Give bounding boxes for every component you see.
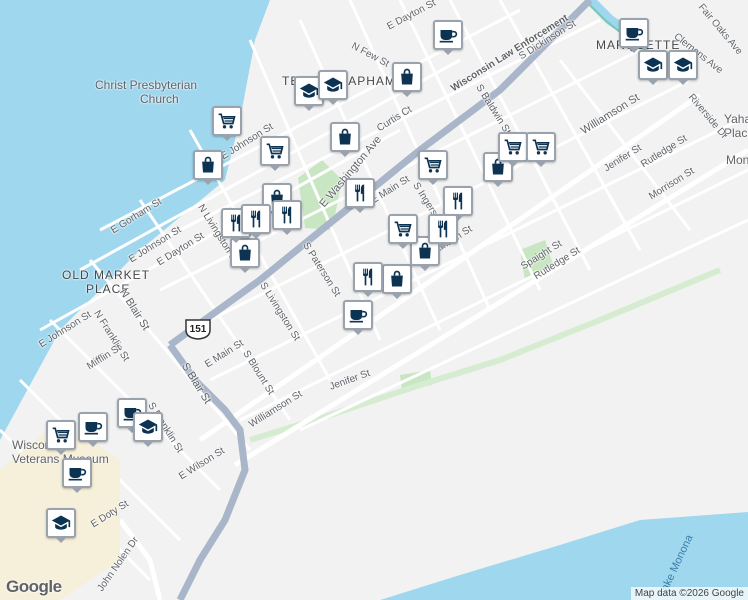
map-marker[interactable] <box>260 136 290 171</box>
school-icon <box>51 513 71 533</box>
map-marker[interactable] <box>443 186 473 221</box>
map-base-layer <box>0 0 748 600</box>
cafe-icon <box>624 23 644 43</box>
fork-knife-icon <box>448 191 468 211</box>
map-marker[interactable] <box>619 18 649 53</box>
school-icon <box>643 55 663 75</box>
google-logo: Google <box>6 577 62 596</box>
highway-shield-icon: 151 <box>185 319 211 340</box>
map-marker[interactable] <box>46 508 76 543</box>
fork-knife-icon <box>350 183 370 203</box>
school-icon <box>138 417 158 437</box>
map-marker[interactable] <box>78 412 108 447</box>
cafe-icon <box>83 417 103 437</box>
shopping-bag-icon <box>335 127 355 147</box>
shopping-bag-icon <box>397 67 417 87</box>
map-marker[interactable] <box>526 132 556 167</box>
shopping-bag-icon <box>198 155 218 175</box>
school-icon <box>673 55 693 75</box>
fork-knife-icon <box>433 219 453 239</box>
cart-icon <box>503 137 523 157</box>
cart-icon <box>217 111 237 131</box>
map-marker[interactable] <box>343 300 373 335</box>
shopping-bag-icon <box>235 243 255 263</box>
map-marker[interactable] <box>212 106 242 141</box>
map-marker[interactable] <box>345 178 375 213</box>
school-icon <box>323 75 343 95</box>
map-marker[interactable] <box>46 420 76 455</box>
map-marker[interactable] <box>330 122 360 157</box>
cart-icon <box>531 137 551 157</box>
map-marker[interactable] <box>668 50 698 85</box>
fork-knife-icon <box>277 205 297 225</box>
cart-icon <box>51 425 71 445</box>
map-marker[interactable] <box>418 150 448 185</box>
school-icon <box>299 81 319 101</box>
map-marker[interactable] <box>428 214 458 249</box>
shopping-bag-icon <box>387 269 407 289</box>
map-marker[interactable] <box>382 264 412 299</box>
map-marker[interactable] <box>392 62 422 97</box>
cart-icon <box>423 155 443 175</box>
map-marker[interactable] <box>353 262 383 297</box>
map-marker[interactable] <box>638 50 668 85</box>
cart-icon <box>265 141 285 161</box>
cafe-icon <box>348 305 368 325</box>
map-attribution: Map data ©2026 Google <box>630 587 748 600</box>
shopping-bag-icon <box>415 241 435 261</box>
map-marker[interactable] <box>272 200 302 235</box>
map-marker[interactable] <box>62 458 92 493</box>
cafe-icon <box>67 463 87 483</box>
map-marker[interactable] <box>318 70 348 105</box>
map-marker[interactable] <box>498 132 528 167</box>
map-marker[interactable] <box>241 204 271 239</box>
cafe-icon <box>438 25 458 45</box>
map-marker[interactable] <box>193 150 223 185</box>
fork-knife-icon <box>358 267 378 287</box>
cart-icon <box>393 219 413 239</box>
svg-text:151: 151 <box>190 324 207 335</box>
map-marker[interactable] <box>388 214 418 249</box>
fork-knife-icon <box>246 209 266 229</box>
map-marker[interactable] <box>133 412 163 447</box>
map-marker[interactable] <box>433 20 463 55</box>
map-canvas[interactable]: OLD MARKET PLACE TENNEY-LAPHAM MARQUETTE… <box>0 0 748 600</box>
